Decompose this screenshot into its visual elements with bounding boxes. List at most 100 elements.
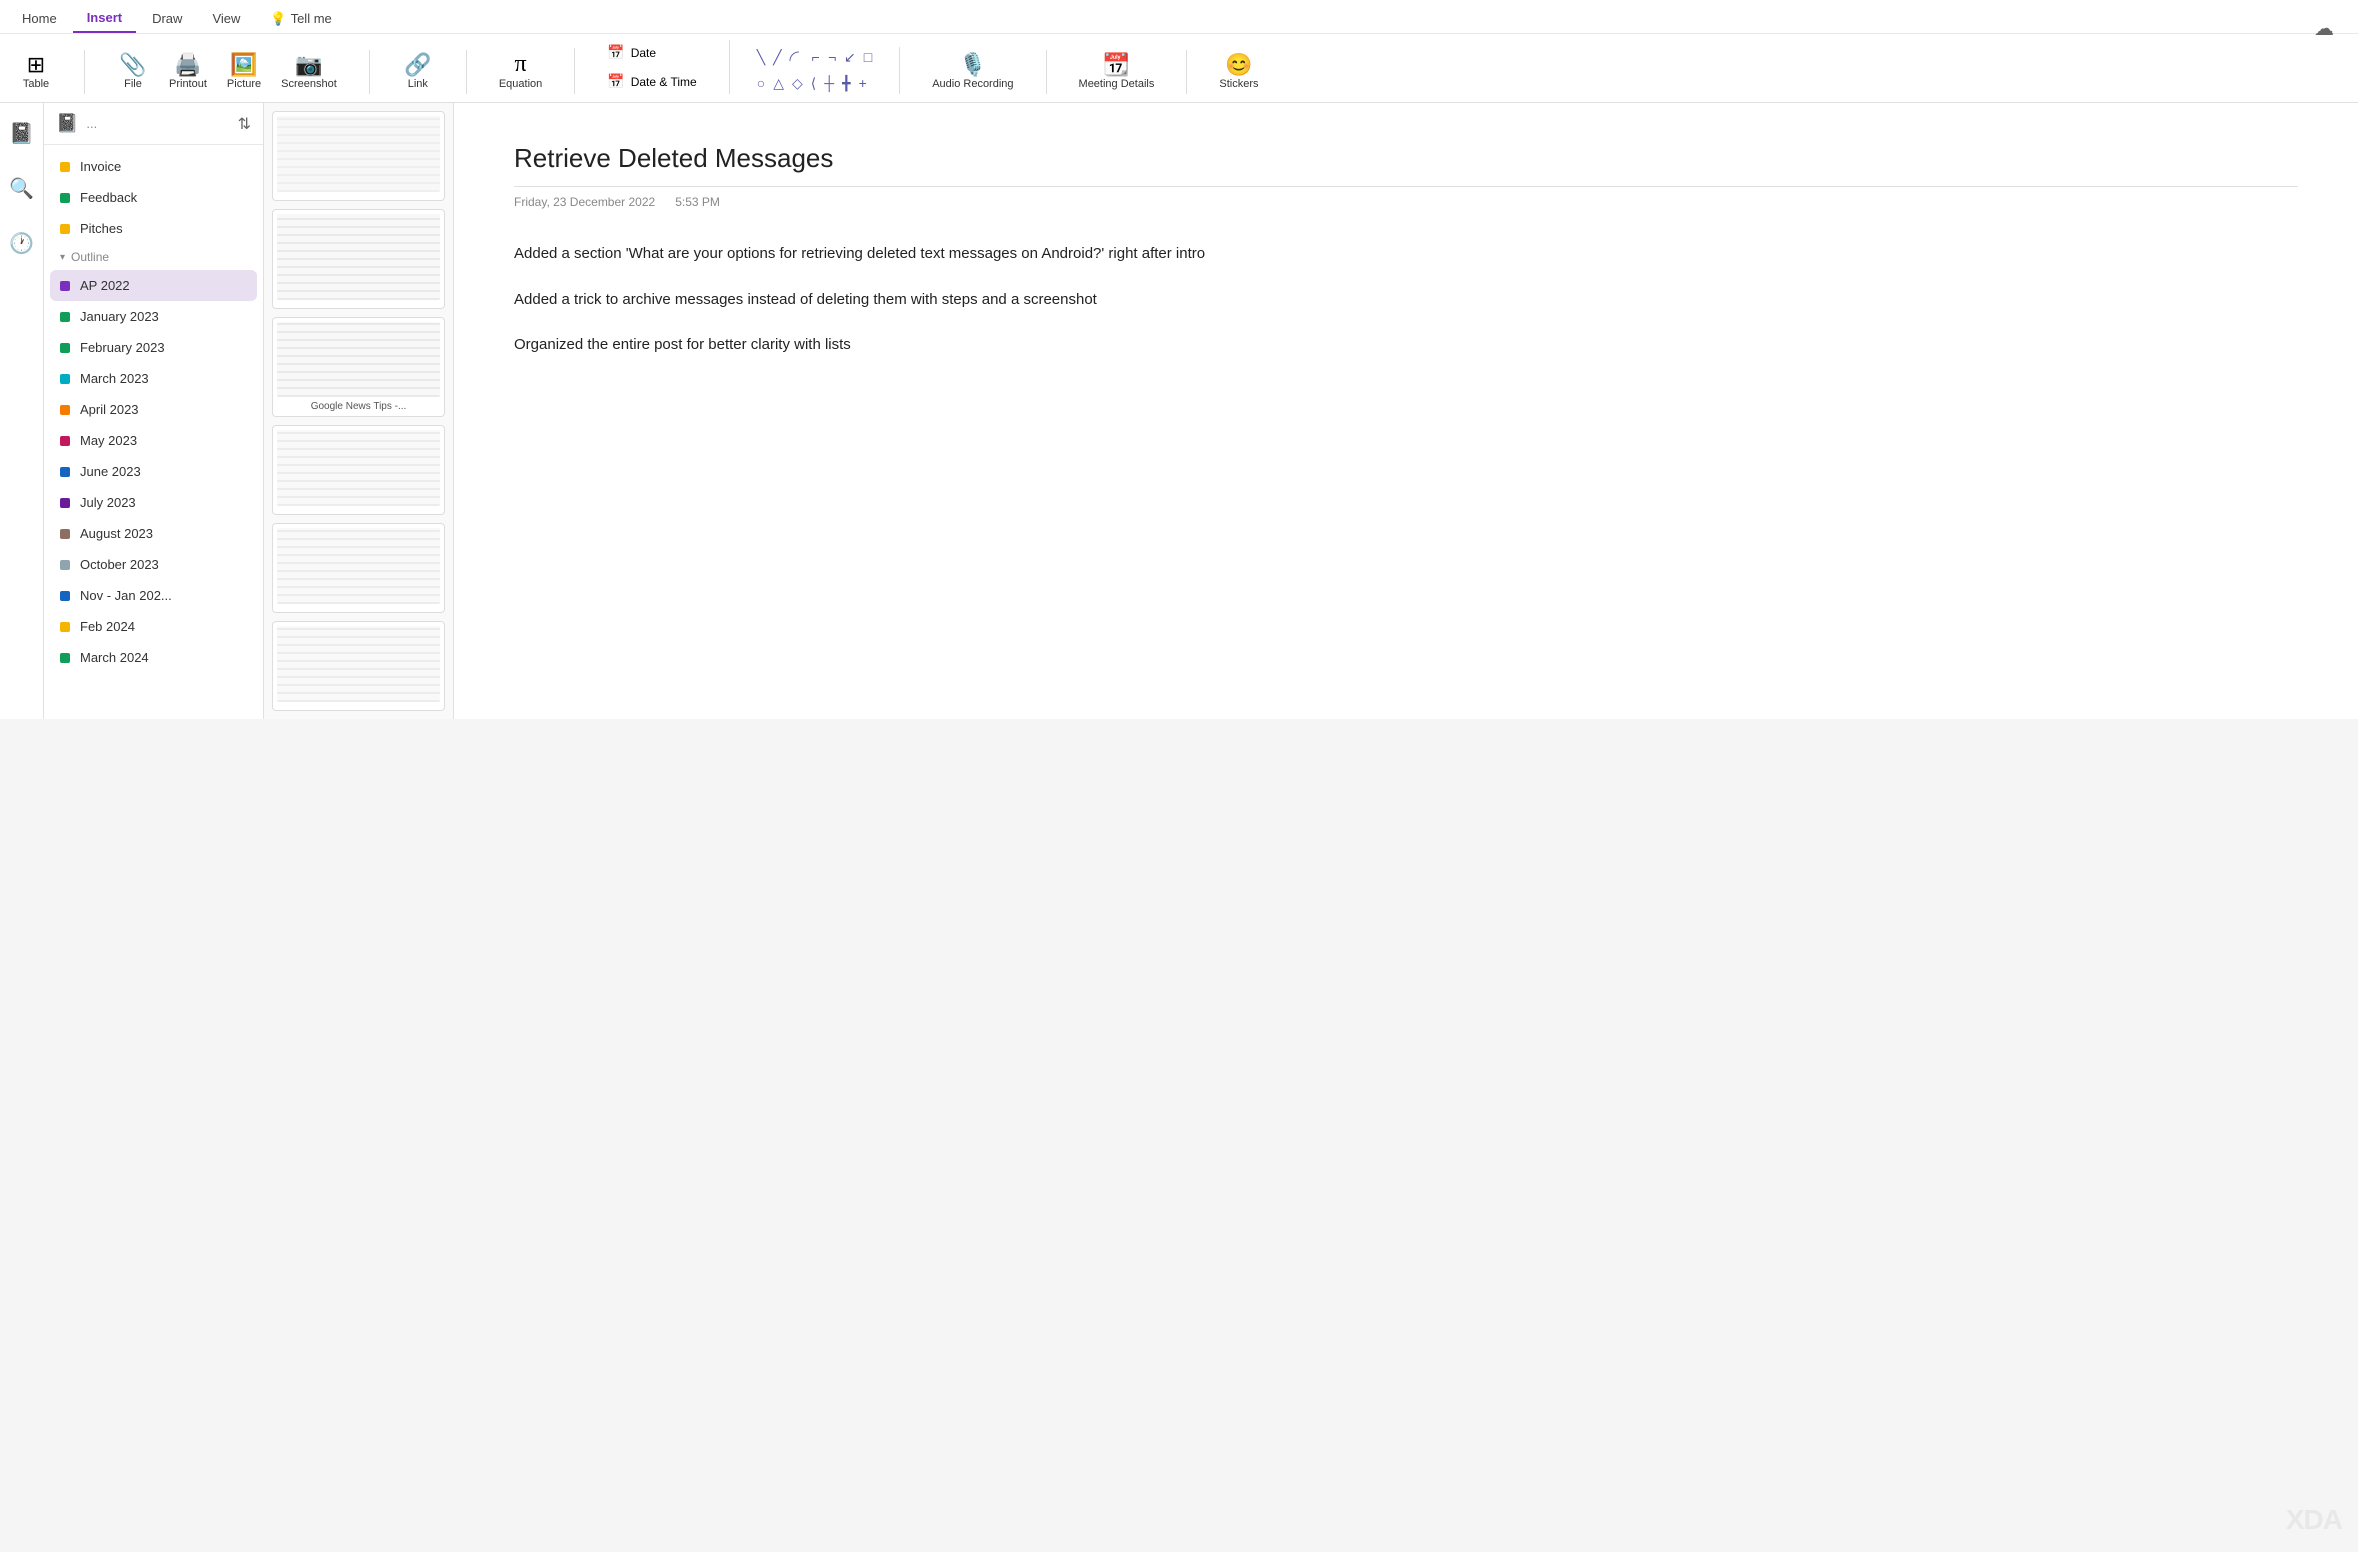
audio-group: 🎙️ Audio Recording [924, 50, 1046, 94]
shape-bracket[interactable]: ⟨ [808, 73, 819, 94]
tab-home[interactable]: Home [8, 5, 71, 32]
sidebar-item-jan2023[interactable]: January 2023 [44, 301, 263, 332]
oct2023-dot [60, 560, 70, 570]
date-icon: 📅 [607, 44, 624, 61]
file-button[interactable]: 📎 File [109, 50, 157, 94]
audio-icon: 🎙️ [959, 54, 986, 76]
printout-button[interactable]: 🖨️ Printout [161, 50, 215, 94]
shapes-group: ╲ ╱ ⌒ ⌐ ⌐ ↙ □ ○ △ ◇ ⟨ ┼ ╋ [754, 47, 900, 94]
search-icon-btn[interactable]: 🔍 [3, 170, 40, 207]
page-thumb-1[interactable] [272, 111, 445, 201]
page-thumb-5[interactable] [272, 523, 445, 613]
table-button[interactable]: ⊞ Table [12, 50, 60, 94]
page-meta: Friday, 23 December 2022 5:53 PM [514, 195, 2298, 209]
jul2023-dot [60, 498, 70, 508]
shape-circle[interactable]: ○ [754, 73, 768, 94]
shape-line1[interactable]: ╲ [754, 47, 768, 71]
table-icon: ⊞ [27, 54, 45, 76]
sidebar-item-feedback[interactable]: Feedback [44, 182, 263, 213]
picture-button[interactable]: 🖼️ Picture [219, 50, 269, 94]
tab-draw[interactable]: Draw [138, 5, 196, 32]
outline-section[interactable]: ▾ Outline [44, 244, 263, 270]
printout-icon: 🖨️ [174, 54, 201, 76]
sidebar-item-jun2023[interactable]: June 2023 [44, 456, 263, 487]
sidebar-item-oct2023[interactable]: October 2023 [44, 549, 263, 580]
outline-arrow: ▾ [60, 252, 65, 263]
pitches-dot [60, 224, 70, 234]
sidebar-item-mar2023[interactable]: March 2023 [44, 363, 263, 394]
stickers-icon: 😊 [1225, 54, 1252, 76]
shapes-palette: ╲ ╱ ⌒ ⌐ ⌐ ↙ □ ○ △ ◇ ⟨ ┼ ╋ [754, 47, 875, 94]
datetime-icon: 📅 [607, 73, 624, 90]
datetime-button[interactable]: 📅 Date & Time [599, 69, 704, 94]
tab-view[interactable]: View [198, 5, 254, 32]
sort-button[interactable]: ⇅ [238, 114, 251, 134]
aug2023-dot [60, 529, 70, 539]
audio-recording-button[interactable]: 🎙️ Audio Recording [924, 50, 1021, 94]
notebook-header: 📓 ... ⇅ [44, 103, 263, 145]
notebook-panel: 📓 ... ⇅ Invoice Feedback Pitches [44, 103, 264, 719]
jan2023-dot [60, 312, 70, 322]
cloud-sync-icon: ☁ [2314, 16, 2334, 41]
table-group: ⊞ Table [12, 50, 85, 94]
insert-group: 📎 File 🖨️ Printout 🖼️ Picture 📷 Screensh… [109, 50, 370, 94]
page-thumb-2[interactable] [272, 209, 445, 309]
sidebar-item-pitches[interactable]: Pitches [44, 213, 263, 244]
sidebar-icons: 📓 🔍 🕐 [0, 103, 44, 719]
mar2024-dot [60, 653, 70, 663]
tab-tell-me[interactable]: 💡 Tell me [256, 5, 345, 33]
meeting-group: 📆 Meeting Details [1071, 50, 1188, 94]
sidebar-item-invoice[interactable]: Invoice [44, 151, 263, 182]
pages-panel: Google News Tips -... [264, 103, 454, 719]
datetime-group: 📅 Date 📅 Date & Time [599, 40, 729, 94]
paragraph-1: Added a section 'What are your options f… [514, 241, 2298, 267]
jun2023-dot [60, 467, 70, 477]
sidebar-item-novjan[interactable]: Nov - Jan 202... [44, 580, 263, 611]
stickers-group: 😊 Stickers [1211, 50, 1290, 94]
sidebar-item-ap2022[interactable]: AP 2022 [50, 270, 257, 301]
equation-icon: π [514, 52, 526, 76]
equation-group: π Equation [491, 48, 575, 94]
shape-triangle[interactable]: △ [770, 73, 787, 94]
shape-plus[interactable]: + [856, 73, 870, 94]
sidebar-item-feb2023[interactable]: February 2023 [44, 332, 263, 363]
file-icon: 📎 [119, 54, 146, 76]
shape-rect[interactable]: □ [861, 47, 875, 71]
content-area[interactable]: Retrieve Deleted Messages Friday, 23 Dec… [454, 103, 2358, 719]
tab-insert[interactable]: Insert [73, 4, 136, 33]
equation-button[interactable]: π Equation [491, 48, 550, 94]
history-icon-btn[interactable]: 🕐 [3, 225, 40, 262]
shape-arc[interactable]: ⌒ [781, 43, 812, 74]
shape-diamond[interactable]: ◇ [789, 73, 806, 94]
notebook-icon-btn[interactable]: 📓 [3, 115, 40, 152]
link-button[interactable]: 🔗 Link [394, 50, 442, 94]
page-thumb-3[interactable]: Google News Tips -... [272, 317, 445, 417]
page-time: 5:53 PM [675, 195, 720, 209]
apr2023-dot [60, 405, 70, 415]
sidebar-item-aug2023[interactable]: August 2023 [44, 518, 263, 549]
stickers-button[interactable]: 😊 Stickers [1211, 50, 1266, 94]
link-icon: 🔗 [404, 54, 431, 76]
ap2022-dot [60, 281, 70, 291]
link-group: 🔗 Link [394, 50, 467, 94]
sidebar-item-apr2023[interactable]: April 2023 [44, 394, 263, 425]
lightbulb-icon: 💡 [270, 11, 286, 27]
sidebar-item-jul2023[interactable]: July 2023 [44, 487, 263, 518]
shape-angle2[interactable]: ⌐ [825, 47, 839, 71]
page-thumb-4[interactable] [272, 425, 445, 515]
sidebar-item-feb2024[interactable]: Feb 2024 [44, 611, 263, 642]
page-title: Retrieve Deleted Messages [514, 143, 2298, 187]
notebook-header-icon: 📓 [56, 113, 78, 134]
sidebar-item-may2023[interactable]: May 2023 [44, 425, 263, 456]
screenshot-button[interactable]: 📷 Screenshot [273, 50, 345, 94]
sidebar-item-mar2024[interactable]: March 2024 [44, 642, 263, 673]
mar2023-dot [60, 374, 70, 384]
shape-arrow1[interactable]: ↙ [841, 47, 859, 71]
screenshot-icon: 📷 [295, 54, 322, 76]
shape-cross2[interactable]: ╋ [839, 73, 853, 94]
meeting-details-button[interactable]: 📆 Meeting Details [1071, 50, 1163, 94]
shape-cross1[interactable]: ┼ [821, 73, 837, 94]
date-button[interactable]: 📅 Date [599, 40, 704, 65]
page-date: Friday, 23 December 2022 [514, 195, 655, 209]
page-thumb-6[interactable] [272, 621, 445, 711]
